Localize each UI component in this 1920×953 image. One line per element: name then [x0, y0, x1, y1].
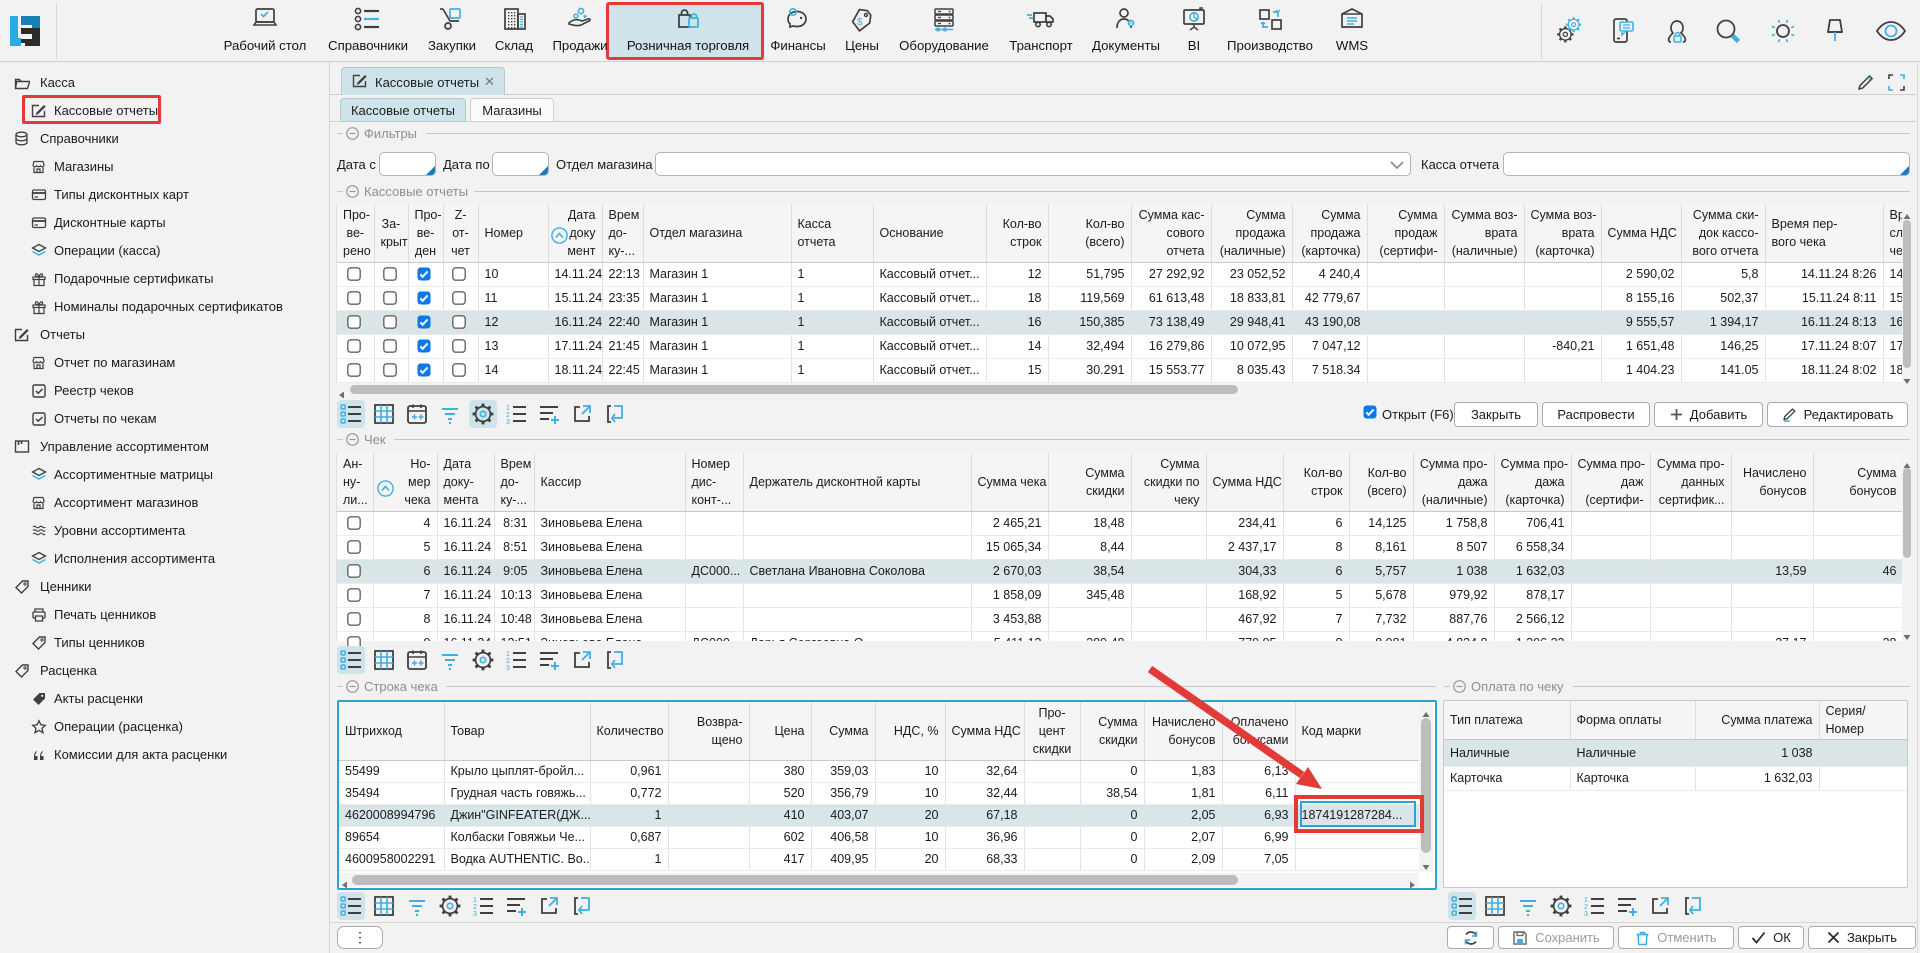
svg-text:2: 2	[1584, 904, 1588, 911]
svg-text:2: 2	[506, 412, 510, 419]
svg-text:3: 3	[473, 911, 477, 918]
svg-text:1: 1	[1584, 897, 1588, 904]
svg-text:3: 3	[506, 665, 510, 672]
svg-text:2: 2	[506, 658, 510, 665]
svg-text:1: 1	[506, 651, 510, 658]
svg-text:$: $	[857, 17, 863, 28]
svg-text:1: 1	[473, 897, 477, 904]
svg-text:1: 1	[506, 405, 510, 412]
svg-text:3: 3	[1584, 911, 1588, 918]
svg-text:3: 3	[506, 419, 510, 426]
svg-text:2: 2	[473, 904, 477, 911]
